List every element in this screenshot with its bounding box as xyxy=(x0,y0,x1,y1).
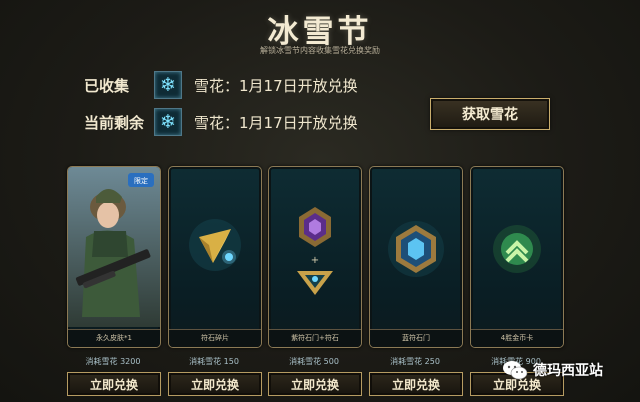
rune-shard-icon xyxy=(189,219,241,271)
card-name: 紫符石门+符石 xyxy=(269,329,361,347)
remaining-label: 当前剩余 xyxy=(84,113,145,132)
svg-text:限定: 限定 xyxy=(134,176,148,185)
collected-label: 已收集 xyxy=(84,76,130,95)
purple-rune-icon: + xyxy=(297,207,333,295)
reward-card-purple-rune[interactable]: + 紫符石门+符石 xyxy=(268,166,362,348)
redeem-button[interactable]: 立即兑换 xyxy=(67,372,161,396)
remaining-row: 当前剩余 ❄ 雪花：1月17日开放兑换 xyxy=(84,107,358,137)
redeem-button[interactable]: 立即兑换 xyxy=(268,372,362,396)
card-cost: 消耗雪花 250 xyxy=(390,357,440,366)
snowflake-icon: ❄ xyxy=(154,108,182,136)
reward-card-blue-rune[interactable]: 蓝符石门 xyxy=(369,166,463,348)
card-name: 4胜金币卡 xyxy=(471,329,563,347)
get-snowflake-button[interactable]: 获取雪花 xyxy=(430,98,550,130)
snowflake-icon: ❄ xyxy=(154,71,182,99)
watermark-text: 德玛西亚站 xyxy=(533,363,603,379)
skin-portrait: 限定 xyxy=(68,167,160,327)
collected-text: 雪花：1月17日开放兑换 xyxy=(194,76,358,95)
reward-card-rune-shard[interactable]: 符石碎片 xyxy=(168,166,262,348)
card-name: 永久皮肤*1 xyxy=(68,329,160,347)
redeem-button[interactable]: 立即兑换 xyxy=(168,372,262,396)
card-name: 符石碎片 xyxy=(169,329,261,347)
blue-rune-icon xyxy=(388,221,444,277)
wechat-icon xyxy=(503,361,528,380)
remaining-text: 雪花：1月17日开放兑换 xyxy=(194,113,358,132)
redeem-button[interactable]: 立即兑换 xyxy=(369,372,463,396)
collected-row: 已收集 ❄ 雪花：1月17日开放兑换 xyxy=(84,70,358,100)
svg-text:+: + xyxy=(311,255,319,266)
card-cost: 消耗雪花 150 xyxy=(189,357,239,366)
card-name: 蓝符石门 xyxy=(370,329,462,347)
reward-card-gold-card[interactable]: 4胜金币卡 xyxy=(470,166,564,348)
page-subtitle: 解锁冰雪节内容收集雪花兑换奖励 xyxy=(260,46,380,55)
gold-card-icon xyxy=(493,225,541,273)
reward-card-skin[interactable]: 限定 永久皮肤*1 xyxy=(67,166,161,348)
card-cost: 消耗雪花 500 xyxy=(289,357,339,366)
watermark: 德玛西亚站 xyxy=(502,360,603,380)
card-cost: 消耗雪花 3200 xyxy=(85,357,141,366)
